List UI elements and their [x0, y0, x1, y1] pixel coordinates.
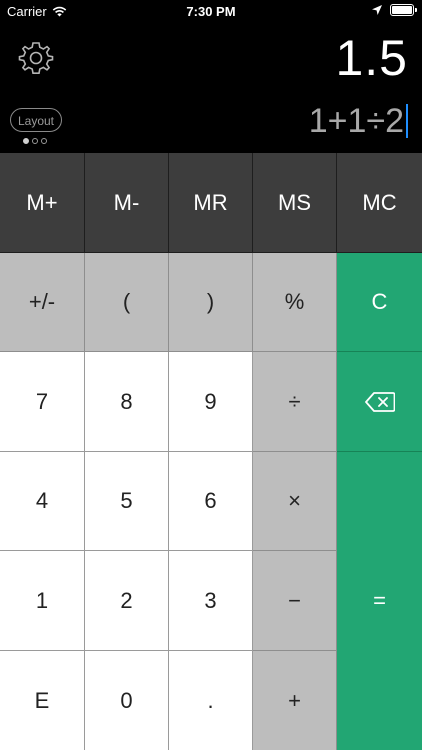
clear-button[interactable]: C — [337, 253, 422, 352]
backspace-button[interactable] — [337, 352, 422, 452]
calculator-screen: Carrier 7:30 PM 1.5 Layout 1 +1÷2 M+ M- M… — [0, 0, 422, 750]
percent-button[interactable]: % — [253, 253, 337, 352]
page-dot-2 — [32, 138, 38, 144]
memory-clear-button[interactable]: MC — [337, 153, 422, 253]
keypad: M+ M- MR MS MC +/- ( ) % C 7 8 9 ÷ 4 5 6… — [0, 153, 422, 750]
page-indicator — [23, 138, 47, 144]
result-display: 1.5 — [335, 30, 408, 86]
multiply-button[interactable]: × — [253, 452, 337, 551]
open-paren-button[interactable]: ( — [85, 253, 169, 352]
equals-button[interactable]: = — [337, 452, 422, 750]
add-button[interactable]: + — [253, 651, 337, 750]
backspace-icon — [364, 391, 395, 412]
memory-recall-button[interactable]: MR — [169, 153, 253, 253]
digit-2-button[interactable]: 2 — [85, 551, 169, 651]
digit-7-button[interactable]: 7 — [0, 352, 85, 452]
plus-minus-button[interactable]: +/- — [0, 253, 85, 352]
gear-icon[interactable] — [18, 40, 54, 76]
status-bar: Carrier 7:30 PM — [0, 0, 422, 24]
decimal-point-button[interactable]: . — [169, 651, 253, 750]
close-paren-button[interactable]: ) — [169, 253, 253, 352]
battery-icon — [390, 4, 417, 16]
digit-4-button[interactable]: 4 — [0, 452, 85, 551]
digit-8-button[interactable]: 8 — [85, 352, 169, 452]
digit-6-button[interactable]: 6 — [169, 452, 253, 551]
subtract-button[interactable]: − — [253, 551, 337, 651]
text-caret — [406, 104, 408, 138]
digit-0-button[interactable]: 0 — [85, 651, 169, 750]
memory-subtract-button[interactable]: M- — [85, 153, 169, 253]
location-arrow-icon — [372, 5, 382, 15]
status-right-group — [372, 4, 417, 16]
layout-button[interactable]: Layout — [10, 108, 62, 132]
memory-store-button[interactable]: MS — [253, 153, 337, 253]
status-time: 7:30 PM — [186, 4, 236, 19]
exponent-button[interactable]: E — [0, 651, 85, 750]
expression-input[interactable]: 1+1÷2 — [309, 100, 408, 142]
digit-3-button[interactable]: 3 — [169, 551, 253, 651]
memory-add-button[interactable]: M+ — [0, 153, 85, 253]
digit-9-button[interactable]: 9 — [169, 352, 253, 452]
divide-button[interactable]: ÷ — [253, 352, 337, 452]
expression-text: 1+1÷2 — [308, 102, 404, 140]
page-dot-3 — [41, 138, 47, 144]
digit-5-button[interactable]: 5 — [85, 452, 169, 551]
page-dot-1 — [23, 138, 29, 144]
digit-1-button[interactable]: 1 — [0, 551, 85, 651]
